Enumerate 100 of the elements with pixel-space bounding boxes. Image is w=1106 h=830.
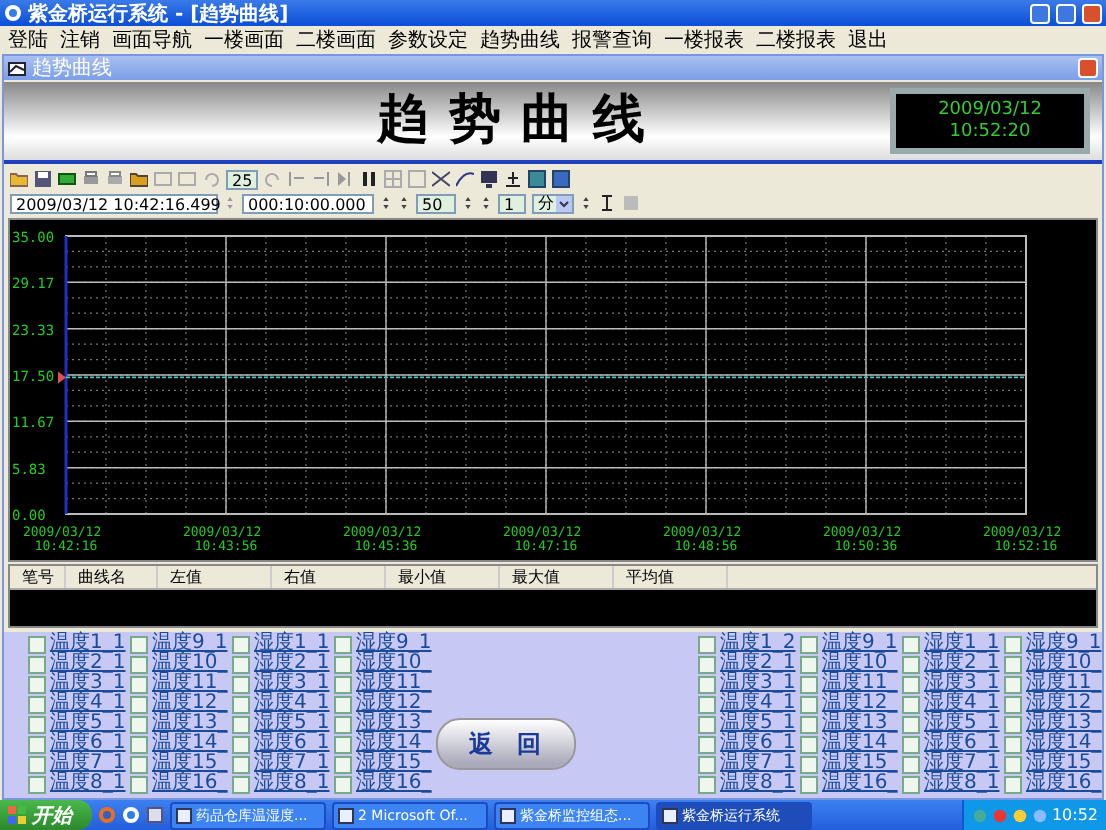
- checkbox-label[interactable]: 湿度4_1: [254, 694, 330, 714]
- checkbox-label[interactable]: 温度3_1: [50, 674, 126, 694]
- checkbox[interactable]: [1004, 635, 1022, 653]
- checkbox[interactable]: [1004, 695, 1022, 713]
- monitor-icon[interactable]: [480, 170, 499, 188]
- checkbox-label[interactable]: 湿度2_1: [924, 654, 1000, 674]
- checkbox[interactable]: [334, 635, 352, 653]
- close-button[interactable]: [1082, 3, 1102, 23]
- checkbox[interactable]: [334, 695, 352, 713]
- menu-item[interactable]: 报警查询: [572, 25, 652, 53]
- folder-icon[interactable]: [10, 170, 28, 188]
- checkbox-label[interactable]: 湿度7_1: [924, 754, 1000, 774]
- curve-icon[interactable]: [456, 170, 475, 188]
- checkbox[interactable]: [800, 735, 818, 753]
- checkbox-label[interactable]: 湿度1_1: [254, 634, 330, 654]
- checkbox[interactable]: [1004, 715, 1022, 733]
- checkbox-label[interactable]: 温度11_: [152, 674, 228, 694]
- checkbox-label[interactable]: 湿度11_: [356, 674, 432, 694]
- checkbox[interactable]: [232, 635, 250, 653]
- checkbox-label[interactable]: 湿度13_: [356, 714, 432, 734]
- checkbox[interactable]: [130, 755, 148, 773]
- checkbox[interactable]: [28, 775, 46, 793]
- checkbox[interactable]: [698, 695, 716, 713]
- checkbox[interactable]: [334, 775, 352, 793]
- menu-item[interactable]: 一楼报表: [664, 25, 744, 53]
- checkbox[interactable]: [334, 655, 352, 673]
- checkbox[interactable]: [902, 735, 920, 753]
- checkbox[interactable]: [232, 735, 250, 753]
- checkbox-label[interactable]: 温度13_: [822, 714, 898, 734]
- checkbox[interactable]: [800, 655, 818, 673]
- checkbox-label[interactable]: 温度1_1: [50, 634, 126, 654]
- checkbox[interactable]: [800, 775, 818, 793]
- checkbox[interactable]: [902, 715, 920, 733]
- spin-icon[interactable]: [480, 194, 492, 212]
- checkbox-label[interactable]: 湿度5_1: [924, 714, 1000, 734]
- checkbox-label[interactable]: 温度1_2: [720, 634, 796, 654]
- menu-item[interactable]: 二楼报表: [756, 25, 836, 53]
- checkbox[interactable]: [1004, 735, 1022, 753]
- checkbox[interactable]: [28, 715, 46, 733]
- checkbox-label[interactable]: 温度8_1: [50, 774, 126, 794]
- checkbox[interactable]: [698, 675, 716, 693]
- cross-lines-icon[interactable]: [432, 170, 451, 188]
- checkbox-label[interactable]: 温度16_: [152, 774, 228, 794]
- checkbox-label[interactable]: 温度6_1: [720, 734, 796, 754]
- checkbox-label[interactable]: 湿度6_1: [924, 734, 1000, 754]
- checkbox-label[interactable]: 湿度8_1: [254, 774, 330, 794]
- checkbox[interactable]: [698, 715, 716, 733]
- checkbox-label[interactable]: 温度15_: [822, 754, 898, 774]
- close-button[interactable]: [1078, 58, 1098, 78]
- checkbox-label[interactable]: 温度12_: [822, 694, 898, 714]
- checkbox-label[interactable]: 湿度3_1: [254, 674, 330, 694]
- checkbox[interactable]: [1004, 655, 1022, 673]
- minimize-button[interactable]: [1030, 3, 1050, 23]
- checkbox[interactable]: [334, 675, 352, 693]
- chart-window-icon[interactable]: [8, 59, 26, 77]
- checkbox-label[interactable]: 湿度14_: [1026, 734, 1102, 754]
- checkbox-label[interactable]: 温度4_1: [50, 694, 126, 714]
- checkbox-label[interactable]: 湿度2_1: [254, 654, 330, 674]
- checkbox[interactable]: [800, 715, 818, 733]
- dropdown-arrow-icon[interactable]: [556, 195, 572, 211]
- checkbox-label[interactable]: 温度12_: [152, 694, 228, 714]
- checkbox[interactable]: [1004, 755, 1022, 773]
- checkbox[interactable]: [232, 755, 250, 773]
- checkbox-label[interactable]: 温度16_: [822, 774, 898, 794]
- checkbox-label[interactable]: 湿度15_: [356, 754, 432, 774]
- checkbox-label[interactable]: 温度14_: [152, 734, 228, 754]
- square-icon[interactable]: [528, 170, 547, 188]
- spin-icon[interactable]: [380, 194, 392, 212]
- checkbox[interactable]: [232, 715, 250, 733]
- checkbox[interactable]: [130, 675, 148, 693]
- checkbox-label[interactable]: 温度15_: [152, 754, 228, 774]
- checkbox-label[interactable]: 温度13_: [152, 714, 228, 734]
- printer-icon[interactable]: [82, 170, 100, 188]
- checkbox[interactable]: [902, 775, 920, 793]
- checkbox-label[interactable]: 湿度5_1: [254, 714, 330, 734]
- checkbox[interactable]: [232, 775, 250, 793]
- start-time-field[interactable]: 2009/03/12 10:42:16.499: [10, 193, 218, 213]
- checkbox[interactable]: [28, 655, 46, 673]
- checkbox[interactable]: [902, 695, 920, 713]
- checkbox-label[interactable]: 湿度6_1: [254, 734, 330, 754]
- checkbox-label[interactable]: 温度2_1: [720, 654, 796, 674]
- checkbox-label[interactable]: 湿度9_1: [1026, 634, 1102, 654]
- checkbox-label[interactable]: 温度7_1: [720, 754, 796, 774]
- percent-field[interactable]: 50: [416, 193, 456, 213]
- checkbox-label[interactable]: 湿度11_: [1026, 674, 1102, 694]
- checkbox[interactable]: [1004, 675, 1022, 693]
- align-icon[interactable]: [312, 170, 331, 188]
- checkbox-label[interactable]: 温度3_1: [720, 674, 796, 694]
- undo-icon[interactable]: [202, 170, 220, 188]
- checkbox[interactable]: [902, 675, 920, 693]
- menu-item[interactable]: 退出: [848, 25, 888, 53]
- checkbox-label[interactable]: 温度8_1: [720, 774, 796, 794]
- checkbox[interactable]: [28, 735, 46, 753]
- app-icon[interactable]: [4, 4, 22, 22]
- spin-icon[interactable]: [462, 194, 474, 212]
- checkbox[interactable]: [902, 755, 920, 773]
- zoom-field[interactable]: 25: [226, 169, 259, 189]
- checkbox[interactable]: [800, 755, 818, 773]
- align-icon[interactable]: [288, 170, 307, 188]
- checkbox[interactable]: [28, 695, 46, 713]
